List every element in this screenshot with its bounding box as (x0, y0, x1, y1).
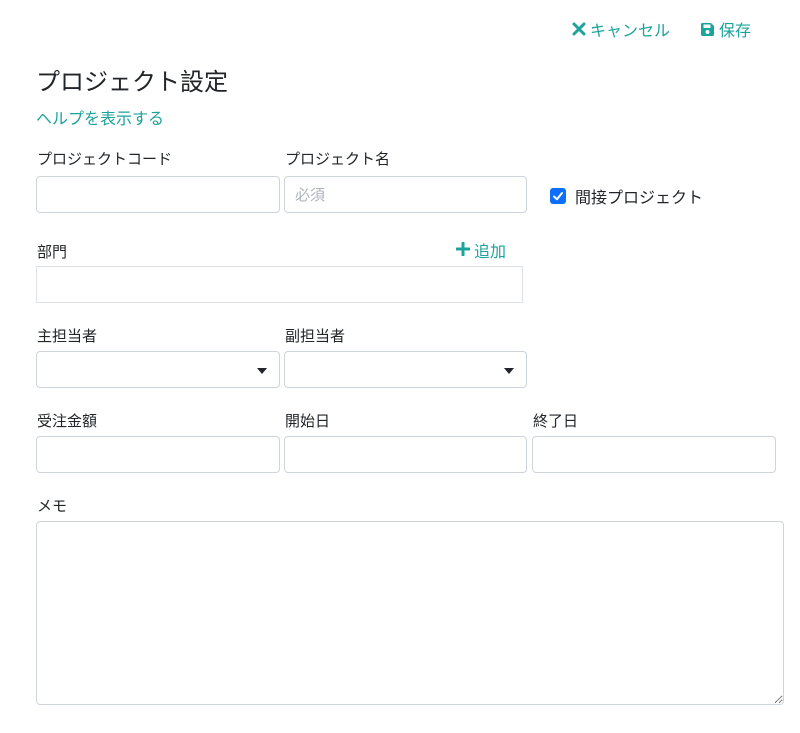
order-amount-input[interactable] (36, 436, 280, 473)
project-name-label: プロジェクト名 (285, 150, 391, 168)
indirect-project-checkbox[interactable]: 間接プロジェクト (550, 184, 703, 208)
cancel-button[interactable]: キャンセル (572, 18, 670, 40)
floppy-disk-icon (700, 22, 715, 37)
caret-down-icon (504, 368, 514, 374)
start-date-label: 開始日 (285, 412, 331, 430)
end-date-label: 終了日 (533, 412, 579, 430)
main-owner-label: 主担当者 (37, 327, 98, 345)
sub-owner-label: 副担当者 (285, 327, 346, 345)
add-label: 追加 (474, 242, 507, 261)
end-date-input[interactable] (532, 436, 776, 473)
save-button[interactable]: 保存 (700, 18, 751, 40)
order-amount-label: 受注金額 (37, 412, 98, 430)
project-code-input[interactable] (36, 176, 280, 213)
indirect-project-label: 間接プロジェクト (575, 188, 704, 207)
memo-label: メモ (37, 497, 68, 515)
add-department-button[interactable]: 追加 (455, 238, 507, 262)
project-name-input[interactable]: 必須 (284, 176, 527, 213)
cancel-label: キャンセル (590, 21, 671, 40)
close-icon (572, 22, 586, 36)
department-input[interactable] (36, 266, 523, 303)
sub-owner-select[interactable] (284, 351, 527, 388)
save-label: 保存 (719, 21, 752, 40)
memo-textarea[interactable] (36, 521, 784, 705)
checkbox-checked-icon[interactable] (550, 188, 566, 204)
main-owner-select[interactable] (36, 351, 280, 388)
plus-icon (455, 241, 471, 260)
project-code-label: プロジェクトコード (37, 150, 173, 168)
department-label: 部門 (37, 243, 68, 261)
start-date-input[interactable] (284, 436, 527, 473)
help-link[interactable]: ヘルプを表示する (36, 105, 164, 129)
page-title: プロジェクト設定 (36, 68, 228, 96)
caret-down-icon (257, 368, 267, 374)
